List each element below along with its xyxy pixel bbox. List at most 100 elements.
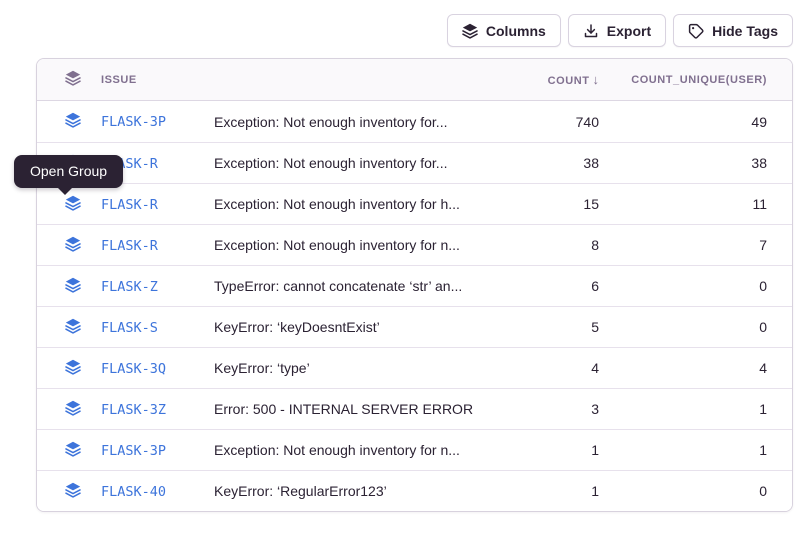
issue-title: Exception: Not enough inventory for... [214,155,479,171]
issue-link[interactable]: FLASK-S [101,320,158,336]
issue-title: Error: 500 - INTERNAL SERVER ERROR [214,401,479,417]
table-row: FLASK-3Q KeyError: ‘type’ 4 4 [37,347,792,388]
layers-icon [65,195,81,214]
count-unique-value: 38 [599,155,792,171]
issue-id-cell: FLASK-Z [81,278,214,295]
issue-link[interactable]: FLASK-3P [101,114,166,130]
issue-link[interactable]: FLASK-R [101,197,158,213]
row-icon-cell [37,482,81,501]
issue-title: Exception: Not enough inventory for h... [214,196,479,212]
issue-title: KeyError: ‘keyDoesntExist’ [214,319,479,335]
row-icon-cell [37,112,81,131]
header-count[interactable]: COUNT↓ [479,72,599,87]
issue-id-cell: FLASK-40 [81,483,214,500]
table-row: FLASK-3P Exception: Not enough inventory… [37,429,792,470]
hide-tags-button[interactable]: Hide Tags [673,14,793,47]
download-icon [583,23,599,39]
toolbar: Columns Export Hide Tags [447,14,793,47]
issue-title: KeyError: ‘RegularError123’ [214,483,479,499]
count-unique-value: 11 [599,196,792,212]
header-count-unique-label: COUNT_UNIQUE(USER) [631,74,767,86]
issue-title: Exception: Not enough inventory for n... [214,237,479,253]
count-unique-value: 0 [599,278,792,294]
header-count-label: COUNT [548,75,590,87]
header-issue-label: ISSUE [101,74,137,86]
issue-title: KeyError: ‘type’ [214,360,479,376]
issue-id-cell: FLASK-3Q [81,360,214,377]
count-unique-value: 0 [599,319,792,335]
open-group-button[interactable] [65,318,81,337]
count-unique-value: 1 [599,442,792,458]
issue-id-cell: FLASK-R [81,196,214,213]
open-group-button[interactable] [65,482,81,501]
row-icon-cell [37,400,81,419]
layers-icon [65,482,81,501]
issue-id-cell: FLASK-S [81,319,214,336]
issue-link[interactable]: FLASK-3Z [101,402,166,418]
count-value: 4 [479,360,599,376]
issue-id-cell: FLASK-3P [81,442,214,459]
row-icon-cell [37,318,81,337]
issue-link[interactable]: FLASK-40 [101,484,166,500]
count-value: 6 [479,278,599,294]
table-row: FLASK-3Z Error: 500 - INTERNAL SERVER ER… [37,388,792,429]
issue-link[interactable]: FLASK-Z [101,279,158,295]
count-value: 740 [479,114,599,130]
issue-link[interactable]: FLASK-R [101,238,158,254]
open-group-button[interactable] [65,441,81,460]
row-icon-cell [37,236,81,255]
open-group-button[interactable] [65,359,81,378]
header-count-unique[interactable]: COUNT_UNIQUE(USER) [599,74,792,86]
count-unique-value: 49 [599,114,792,130]
tooltip: Open Group [14,155,123,188]
count-value: 1 [479,442,599,458]
results-table: ISSUE COUNT↓ COUNT_UNIQUE(USER) FLA [36,58,793,512]
table-row: FLASK-3P Exception: Not enough inventory… [37,101,792,142]
row-icon-cell [37,359,81,378]
layers-icon [65,400,81,419]
count-value: 3 [479,401,599,417]
count-value: 5 [479,319,599,335]
open-group-button[interactable] [65,195,81,214]
columns-button-label: Columns [486,23,546,39]
open-group-button[interactable] [65,400,81,419]
count-unique-value: 1 [599,401,792,417]
count-unique-value: 0 [599,483,792,499]
row-icon-cell [37,441,81,460]
table-row: FLASK-R Exception: Not enough inventory … [37,224,792,265]
issue-link[interactable]: FLASK-3Q [101,361,166,377]
count-value: 38 [479,155,599,171]
row-icon-cell [37,277,81,296]
layers-icon [462,23,478,39]
table-body: FLASK-3P Exception: Not enough inventory… [37,101,792,511]
layers-icon [65,70,81,89]
export-button[interactable]: Export [568,14,666,47]
issue-id-cell: FLASK-3P [81,113,214,130]
header-issue-icon-cell [37,70,81,89]
open-group-button[interactable] [65,236,81,255]
table-row: FLASK-40 KeyError: ‘RegularError123’ 1 0 [37,470,792,511]
count-value: 8 [479,237,599,253]
header-issue[interactable]: ISSUE [81,74,214,86]
issue-title: TypeError: cannot concatenate ‘str’ an..… [214,278,479,294]
table-header: ISSUE COUNT↓ COUNT_UNIQUE(USER) [37,59,792,101]
hide-tags-button-label: Hide Tags [712,23,778,39]
table-row: FLASK-Z TypeError: cannot concatenate ‘s… [37,265,792,306]
layers-icon [65,441,81,460]
row-icon-cell [37,195,81,214]
tooltip-label: Open Group [30,163,107,179]
open-group-button[interactable] [65,277,81,296]
layers-icon [65,277,81,296]
count-unique-value: 4 [599,360,792,376]
count-value: 15 [479,196,599,212]
open-group-button[interactable] [65,112,81,131]
layers-icon [65,236,81,255]
count-unique-value: 7 [599,237,792,253]
issue-link[interactable]: FLASK-3P [101,443,166,459]
layers-icon [65,359,81,378]
layers-icon [65,112,81,131]
issue-id-cell: FLASK-3Z [81,401,214,418]
table-row: FLASK-R Exception: Not enough inventory … [37,142,792,183]
columns-button[interactable]: Columns [447,14,561,47]
table-row: FLASK-S KeyError: ‘keyDoesntExist’ 5 0 [37,306,792,347]
